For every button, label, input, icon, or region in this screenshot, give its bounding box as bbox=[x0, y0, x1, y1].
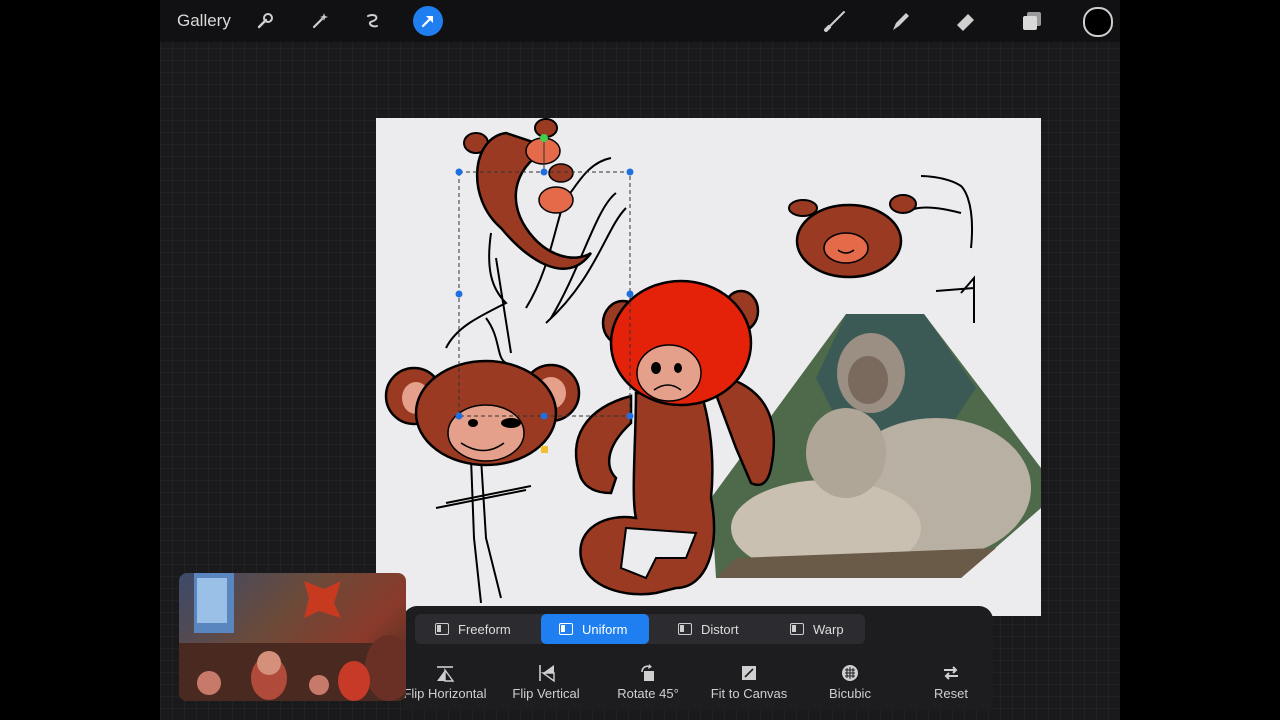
corner-handle[interactable] bbox=[626, 168, 634, 176]
fit-to-canvas-button[interactable]: Fit to Canvas bbox=[701, 662, 797, 701]
gallery-button[interactable]: Gallery bbox=[177, 11, 231, 31]
edge-handle[interactable] bbox=[626, 290, 634, 298]
corner-handle[interactable] bbox=[626, 412, 634, 420]
layers-icon[interactable] bbox=[1017, 6, 1047, 36]
edge-handle[interactable] bbox=[455, 290, 463, 298]
reset-button[interactable]: Reset bbox=[903, 662, 999, 701]
edge-handle[interactable] bbox=[540, 412, 548, 420]
picture-in-picture-video[interactable] bbox=[179, 573, 406, 701]
monkey-head-top-right bbox=[788, 175, 975, 323]
monkey-bottom-left bbox=[384, 359, 581, 604]
mode-distort[interactable]: Distort bbox=[678, 614, 758, 644]
freeform-icon bbox=[435, 623, 449, 635]
rotate-icon bbox=[600, 662, 696, 684]
transform-panel: Freeform Uniform Distort Warp Flip Horiz… bbox=[403, 606, 993, 710]
brush-icon[interactable] bbox=[820, 6, 850, 36]
drawing-canvas[interactable] bbox=[376, 118, 1041, 616]
flip-vertical-button[interactable]: Flip Vertical bbox=[498, 662, 594, 701]
skew-handle[interactable] bbox=[541, 446, 548, 453]
mode-warp[interactable]: Warp bbox=[790, 614, 860, 644]
selected-monkey-drawing[interactable] bbox=[445, 118, 627, 364]
transform-arrow-icon[interactable] bbox=[413, 6, 443, 36]
color-swatch[interactable] bbox=[1083, 7, 1113, 37]
edge-handle[interactable] bbox=[540, 168, 548, 176]
canvas-artwork bbox=[384, 118, 1041, 604]
corner-handle[interactable] bbox=[455, 412, 463, 420]
corner-handle[interactable] bbox=[455, 168, 463, 176]
top-toolbar: Gallery bbox=[160, 0, 1120, 42]
rotate-45-button[interactable]: Rotate 45° bbox=[600, 662, 696, 701]
bicubic-icon bbox=[802, 662, 898, 684]
distort-icon bbox=[678, 623, 692, 635]
fit-to-canvas-icon bbox=[701, 662, 797, 684]
flip-vertical-icon bbox=[498, 662, 594, 684]
flip-horizontal-button[interactable]: Flip Horizontal bbox=[397, 662, 493, 701]
transform-mode-bar: Freeform Uniform Distort Warp bbox=[415, 614, 865, 644]
mode-freeform[interactable]: Freeform bbox=[435, 614, 525, 644]
uniform-icon bbox=[559, 623, 573, 635]
rotation-handle[interactable] bbox=[540, 134, 548, 142]
smudge-icon[interactable] bbox=[885, 6, 915, 36]
selection-icon[interactable] bbox=[358, 6, 388, 36]
bicubic-button[interactable]: Bicubic bbox=[802, 662, 898, 701]
magic-wand-icon[interactable] bbox=[305, 6, 335, 36]
reset-icon bbox=[903, 662, 999, 684]
warp-icon bbox=[790, 623, 804, 635]
eraser-icon[interactable] bbox=[951, 6, 981, 36]
mode-uniform[interactable]: Uniform bbox=[541, 614, 649, 644]
flip-horizontal-icon bbox=[397, 662, 493, 684]
wrench-icon[interactable] bbox=[250, 6, 280, 36]
